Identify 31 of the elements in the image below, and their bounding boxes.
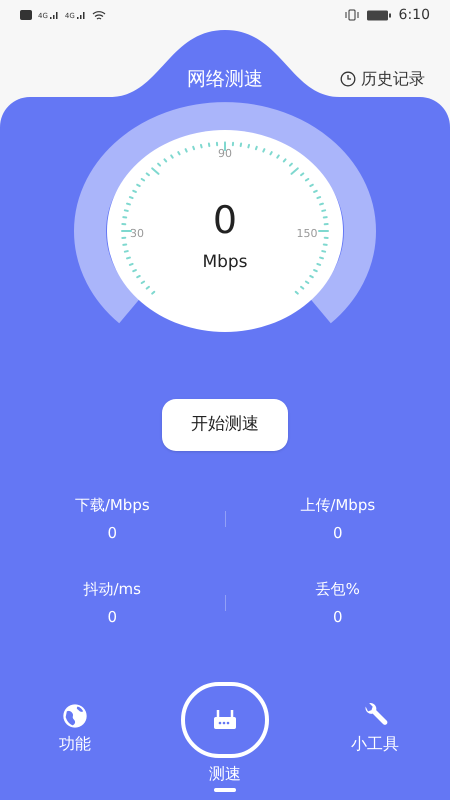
speed-unit: Mbps (202, 252, 248, 272)
nav-label[interactable]: 测速 (209, 764, 241, 784)
stat-value: 0 (107, 523, 118, 543)
battery-icon (366, 10, 391, 20)
clock-icon (340, 71, 356, 87)
stat-value: 0 (332, 523, 343, 543)
stat-label: 丢包% (316, 579, 360, 599)
stat-label: 下载/Mbps (74, 495, 150, 515)
stat-value: 0 (107, 607, 118, 627)
nav-label[interactable]: 功能 (59, 734, 91, 754)
stat-value: 0 (332, 607, 343, 627)
speed-value: 0 (212, 198, 238, 242)
router-icon (212, 708, 238, 732)
hd-icon (20, 10, 32, 20)
scale-label: 150 (296, 227, 318, 240)
stat-label: 上传/Mbps (300, 495, 376, 515)
selected-indicator (214, 788, 236, 792)
wifi-icon (92, 10, 106, 20)
scale-label: 30 (130, 227, 144, 240)
vibrate-icon (344, 9, 359, 21)
globe-icon (61, 702, 89, 730)
history-link[interactable]: 历史记录 (300, 67, 450, 91)
nav-button[interactable] (181, 682, 269, 758)
page-title: 网络测速 (187, 67, 263, 91)
signal-icon (48, 10, 59, 20)
stat-label: 抖动/ms (84, 579, 141, 599)
signal-icon (76, 10, 86, 20)
clock-time: 6:10 (398, 6, 430, 24)
scale-label: 90 (218, 147, 232, 160)
nav-label[interactable]: 小工具 (351, 734, 399, 754)
start-test-button[interactable]: 开始测速 (162, 399, 288, 451)
